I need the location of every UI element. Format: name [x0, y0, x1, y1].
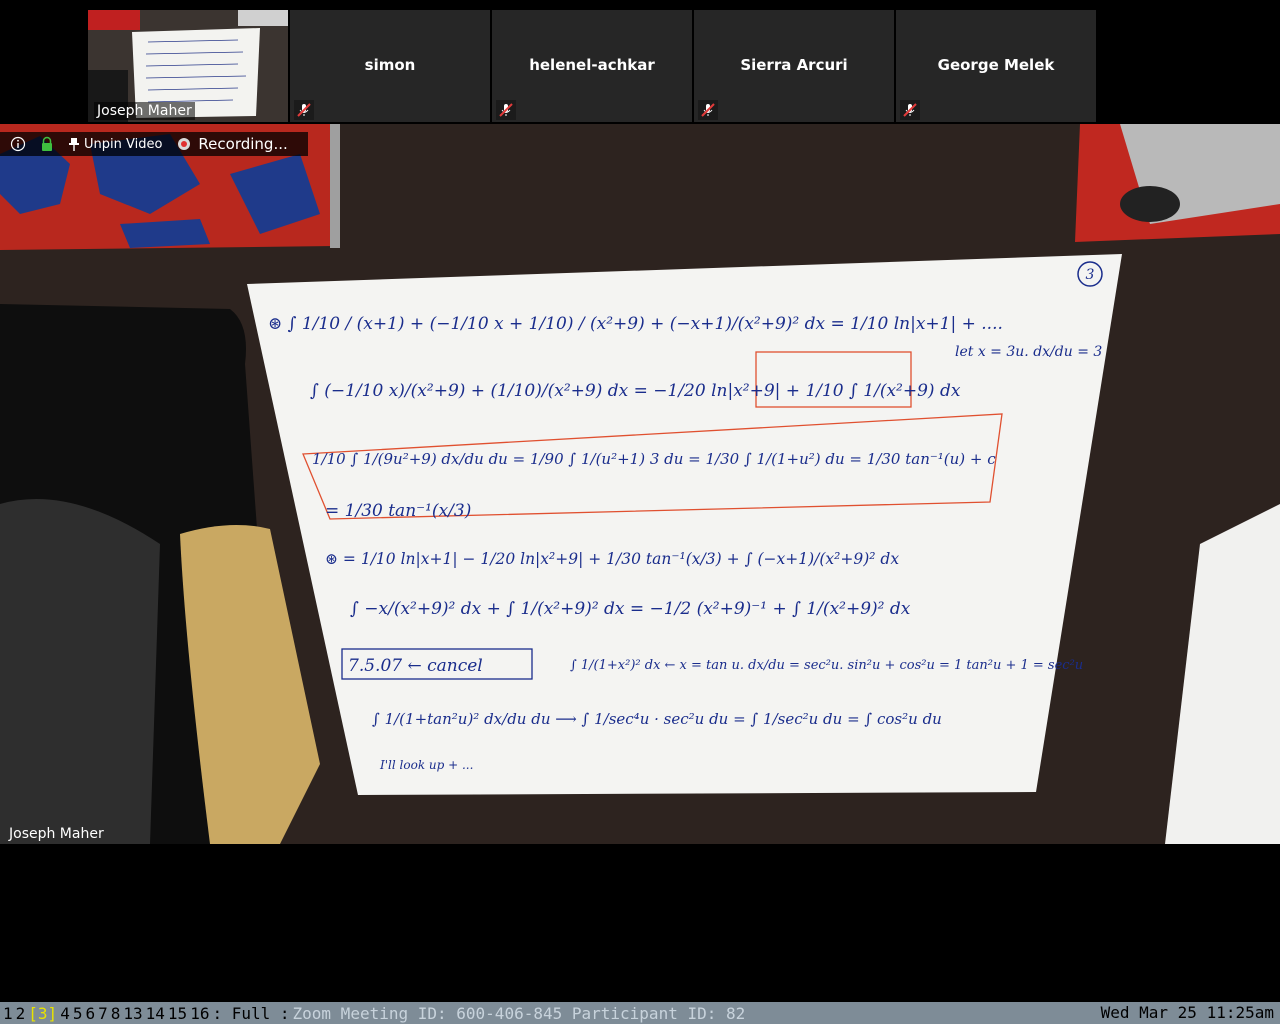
video-scene: 3 ⊛ ∫ 1/10 / (x+1) + (−1/10 x + 1/10) / … — [0, 124, 1280, 844]
unpin-video-button[interactable]: Unpin Video — [68, 137, 162, 152]
speaker-name: Joseph Maher — [9, 826, 104, 842]
participant-tile-george-melek[interactable]: George Melek — [896, 10, 1096, 122]
mic-muted-icon — [496, 100, 516, 120]
workspace-13[interactable]: 13 — [123, 1004, 142, 1023]
window-title: Zoom Meeting ID: 600-406-845 Participant… — [292, 1003, 746, 1023]
participant-name: Sierra Arcuri — [740, 56, 848, 74]
unpin-video-label: Unpin Video — [84, 136, 163, 152]
page-number: 3 — [1086, 267, 1095, 283]
mic-muted-icon — [294, 100, 314, 120]
participant-name: Joseph Maher — [94, 102, 195, 120]
workspace-1[interactable]: 1 — [3, 1004, 13, 1023]
lock-icon — [42, 136, 52, 151]
recording-label: Recording... — [198, 135, 288, 153]
whiteboard-line: ∫ −x/(x²+9)² dx + ∫ 1/(x²+9)² dx = −1/2 … — [350, 599, 911, 619]
workspace-16[interactable]: 16 — [190, 1004, 209, 1023]
recording-indicator[interactable]: Recording... — [176, 135, 288, 153]
whiteboard-line: ∫ 1/(1+x²)² dx ← x = tan u. dx/du = sec²… — [570, 658, 1083, 673]
whiteboard-line: ∫ (−1/10 x)/(x²+9) + (1/10)/(x²+9) dx = … — [310, 381, 961, 401]
mic-muted-icon — [900, 100, 920, 120]
whiteboard-line: 7.5.07 ← cancel — [348, 656, 483, 676]
whiteboard-line: let x = 3u. dx/du = 3 — [955, 344, 1102, 360]
workspace-14[interactable]: 14 — [146, 1004, 165, 1023]
workspace-7[interactable]: 7 — [98, 1004, 108, 1023]
whiteboard-line: ∫ 1/(1+tan²u)² dx/du du ⟶ ∫ 1/sec⁴u · se… — [372, 710, 942, 728]
workspace-15[interactable]: 15 — [168, 1004, 187, 1023]
workspace-8[interactable]: 8 — [111, 1004, 121, 1023]
workspace-6[interactable]: 6 — [85, 1004, 95, 1023]
participant-tile-sierra-arcuri[interactable]: Sierra Arcuri — [694, 10, 894, 122]
participant-strip: Joseph Maher simon helenel-achkar Sierra… — [88, 10, 1096, 122]
whiteboard-line: ⊛ ∫ 1/10 / (x+1) + (−1/10 x + 1/10) / (x… — [268, 314, 1003, 334]
mic-muted-icon — [698, 100, 718, 120]
participant-tile-simon[interactable]: simon — [290, 10, 490, 122]
record-icon — [178, 138, 191, 150]
info-icon — [10, 136, 26, 152]
video-toolbar: Unpin Video Recording... — [0, 132, 308, 156]
whiteboard-line: = 1/30 tan⁻¹(x/3) — [325, 501, 471, 521]
participant-name: helenel-achkar — [529, 56, 655, 74]
workspace-5[interactable]: 5 — [73, 1004, 83, 1023]
participant-tile-joseph-maher[interactable]: Joseph Maher — [88, 10, 288, 122]
encryption-lock-button[interactable] — [40, 136, 54, 152]
participant-tile-helenel-achkar[interactable]: helenel-achkar — [492, 10, 692, 122]
workspace-3-active[interactable]: [3] — [28, 1004, 57, 1023]
status-bar: 1 2 [3] 4 5 6 7 8 13 14 15 16 : Full : Z… — [0, 1002, 1280, 1024]
whiteboard-line: 1/10 ∫ 1/(9u²+9) dx/du du = 1/90 ∫ 1/(u²… — [312, 450, 996, 468]
participant-name: George Melek — [937, 56, 1055, 74]
pin-icon — [69, 138, 79, 151]
info-button[interactable] — [10, 136, 26, 152]
layout-mode: : Full : — [212, 1003, 290, 1023]
participant-name: simon — [364, 56, 416, 74]
main-video[interactable]: 3 ⊛ ∫ 1/10 / (x+1) + (−1/10 x + 1/10) / … — [0, 124, 1280, 844]
whiteboard-line: ⊛ = 1/10 ln|x+1| − 1/20 ln|x²+9| + 1/30 … — [325, 550, 899, 568]
workspace-2[interactable]: 2 — [16, 1004, 26, 1023]
clock: Wed Mar 25 11:25am — [1100, 1003, 1274, 1022]
whiteboard-line: I'll look up + ... — [379, 758, 473, 772]
workspace-4[interactable]: 4 — [60, 1004, 70, 1023]
